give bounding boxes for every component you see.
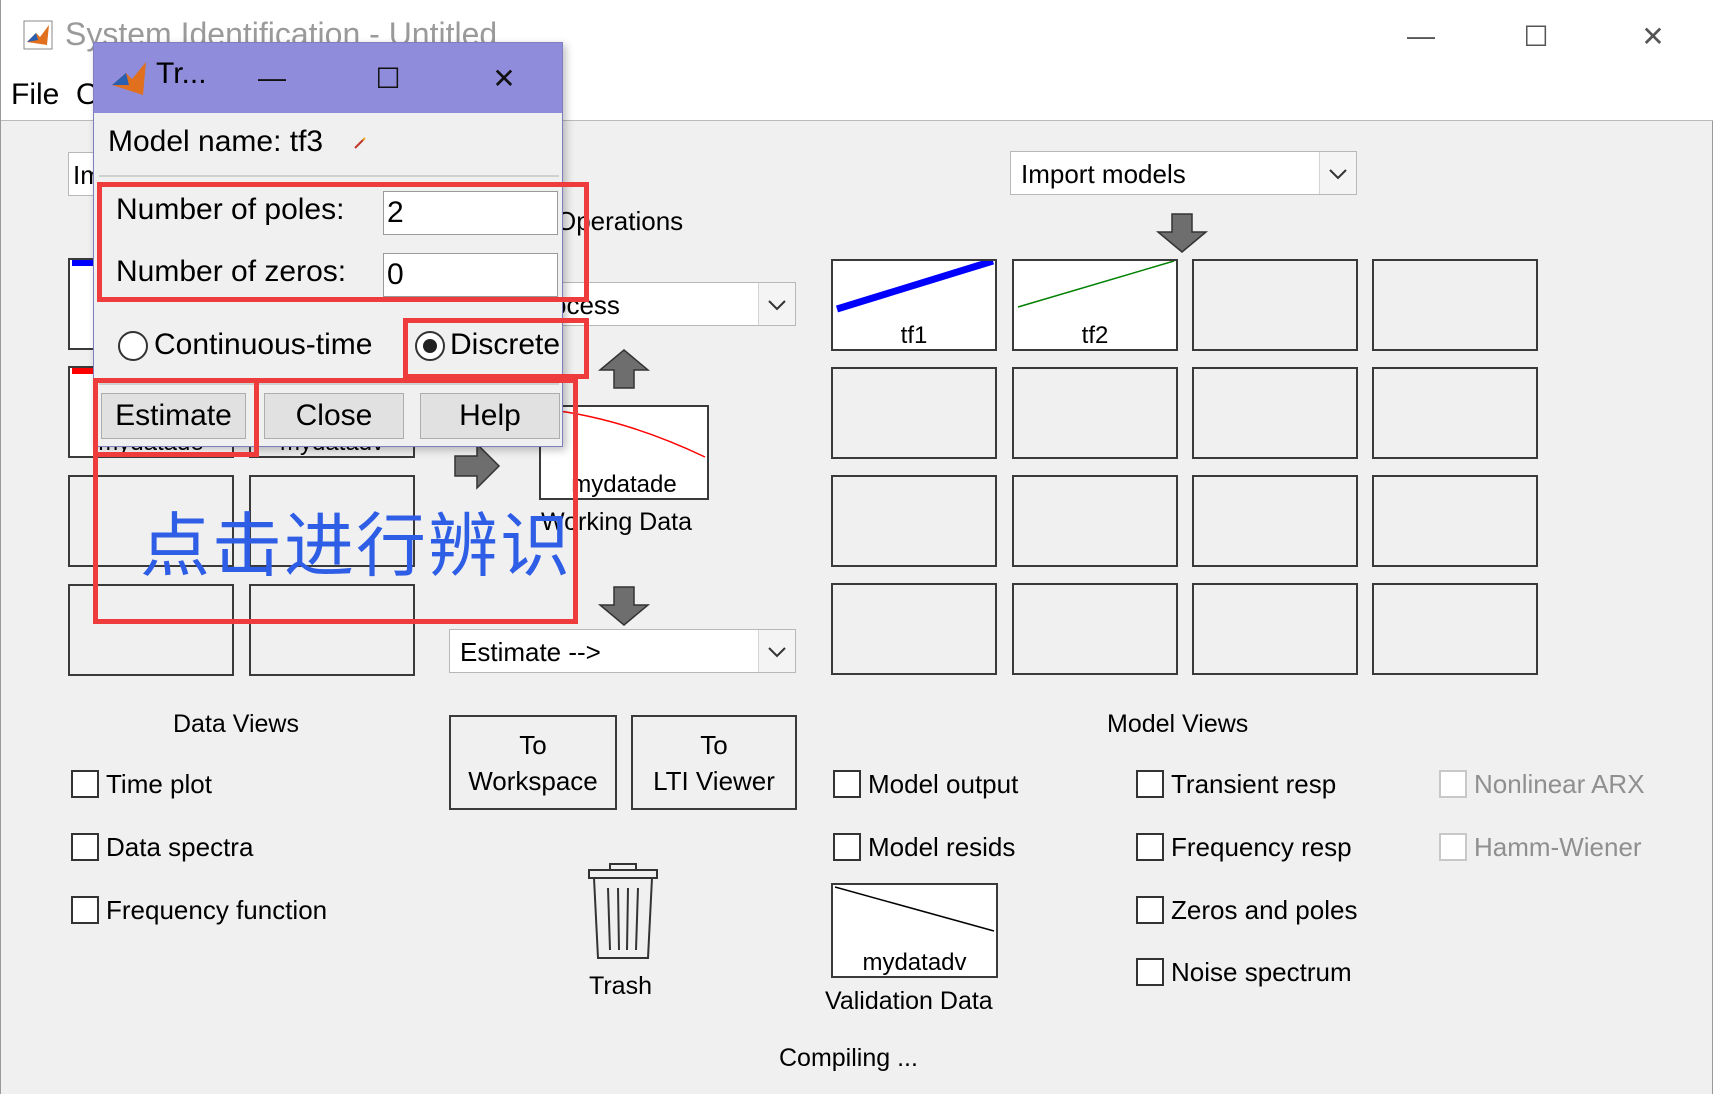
import-models-dropdown[interactable]: Import models xyxy=(1010,151,1357,195)
checkbox-time-plot[interactable] xyxy=(71,770,99,798)
frequency-function-label: Frequency function xyxy=(106,895,328,925)
chevron-down-icon xyxy=(1319,152,1356,194)
chevron-down-icon xyxy=(758,630,795,672)
dialog-maximize-icon[interactable]: ☐ xyxy=(358,55,418,101)
model-slot-empty[interactable] xyxy=(1372,475,1538,567)
model-slot-empty[interactable] xyxy=(1192,583,1358,675)
radio-continuous-time[interactable] xyxy=(118,331,148,361)
model-resids-label: Model resids xyxy=(868,832,1016,862)
pencil-icon[interactable] xyxy=(352,135,368,151)
highlight-poles-zeros xyxy=(97,182,589,302)
up-arrow-icon xyxy=(597,349,651,389)
model-slot-empty[interactable] xyxy=(1372,259,1538,351)
model-slot-empty[interactable] xyxy=(1192,367,1358,459)
estimate-dropdown[interactable]: Estimate --> xyxy=(449,629,796,673)
model-output-label: Model output xyxy=(868,769,1019,799)
checkbox-nonlinear-arx xyxy=(1439,770,1467,798)
time-plot-label: Time plot xyxy=(106,769,212,799)
model-slot-empty[interactable] xyxy=(1192,475,1358,567)
transient-resp-label: Transient resp xyxy=(1171,769,1337,799)
model-slot-empty[interactable] xyxy=(1192,259,1358,351)
noise-spectrum-label: Noise spectrum xyxy=(1171,957,1352,987)
checkbox-model-output[interactable] xyxy=(833,770,861,798)
nonlinear-arx-label: Nonlinear ARX xyxy=(1474,769,1645,799)
checkbox-data-spectra[interactable] xyxy=(71,833,99,861)
down-arrow-icon xyxy=(597,586,651,626)
trash-label: Trash xyxy=(589,972,652,1000)
close-icon[interactable]: ✕ xyxy=(1623,14,1683,58)
checkbox-model-resids[interactable] xyxy=(833,833,861,861)
dialog-minimize-icon[interactable]: — xyxy=(242,55,302,101)
status-text: Compiling ... xyxy=(779,1044,918,1072)
model-slot-empty[interactable] xyxy=(831,475,997,567)
zeros-and-poles-label: Zeros and poles xyxy=(1171,895,1358,925)
trash-icon[interactable] xyxy=(586,862,660,962)
hamm-wiener-label: Hamm-Wiener xyxy=(1474,832,1642,862)
minimize-icon[interactable]: — xyxy=(1391,14,1451,58)
dialog-title: Tr... xyxy=(156,57,207,90)
model-views-title: Model Views xyxy=(1107,710,1249,738)
model-slot-empty[interactable] xyxy=(1372,583,1538,675)
highlight-discrete xyxy=(403,318,589,379)
model-slot-empty[interactable] xyxy=(1012,475,1178,567)
data-views-title: Data Views xyxy=(173,710,299,738)
maximize-icon[interactable]: ☐ xyxy=(1506,14,1566,58)
divider xyxy=(99,175,559,177)
checkbox-zeros-and-poles[interactable] xyxy=(1136,896,1164,924)
matlab-app-icon xyxy=(23,20,53,50)
matlab-logo-icon xyxy=(112,62,146,95)
validation-data-slot[interactable]: mydatadv xyxy=(831,883,998,978)
to-lti-viewer-button[interactable]: To LTI Viewer xyxy=(631,715,797,810)
checkbox-noise-spectrum[interactable] xyxy=(1136,958,1164,986)
dialog-title-bar: Tr... — ☐ ✕ xyxy=(94,43,562,113)
down-arrow-icon xyxy=(1155,213,1209,253)
checkbox-transient-resp[interactable] xyxy=(1136,770,1164,798)
dialog-close-icon[interactable]: ✕ xyxy=(474,55,534,101)
to-workspace-button[interactable]: To Workspace xyxy=(449,715,617,810)
model-slot-empty[interactable] xyxy=(1012,583,1178,675)
continuous-time-label: Continuous-time xyxy=(154,328,373,361)
checkbox-frequency-function[interactable] xyxy=(71,896,99,924)
frequency-resp-label: Frequency resp xyxy=(1171,832,1352,862)
checkbox-frequency-resp[interactable] xyxy=(1136,833,1164,861)
chevron-down-icon xyxy=(758,283,795,325)
model-slot-empty[interactable] xyxy=(1372,367,1538,459)
menu-file[interactable]: File xyxy=(11,78,59,112)
model-slot-tf2[interactable]: tf2 xyxy=(1012,259,1178,351)
data-spectra-label: Data spectra xyxy=(106,832,254,862)
model-slot-empty[interactable] xyxy=(831,583,997,675)
validation-data-caption: Validation Data xyxy=(825,987,993,1015)
model-name-label: Model name: tf3 xyxy=(108,125,324,158)
model-slot-empty[interactable] xyxy=(1012,367,1178,459)
annotation-click-to-identify: 点击进行辨识 xyxy=(140,505,572,587)
model-slot-empty[interactable] xyxy=(831,367,997,459)
model-slot-tf1[interactable]: tf1 xyxy=(831,259,997,351)
checkbox-hamm-wiener xyxy=(1439,833,1467,861)
